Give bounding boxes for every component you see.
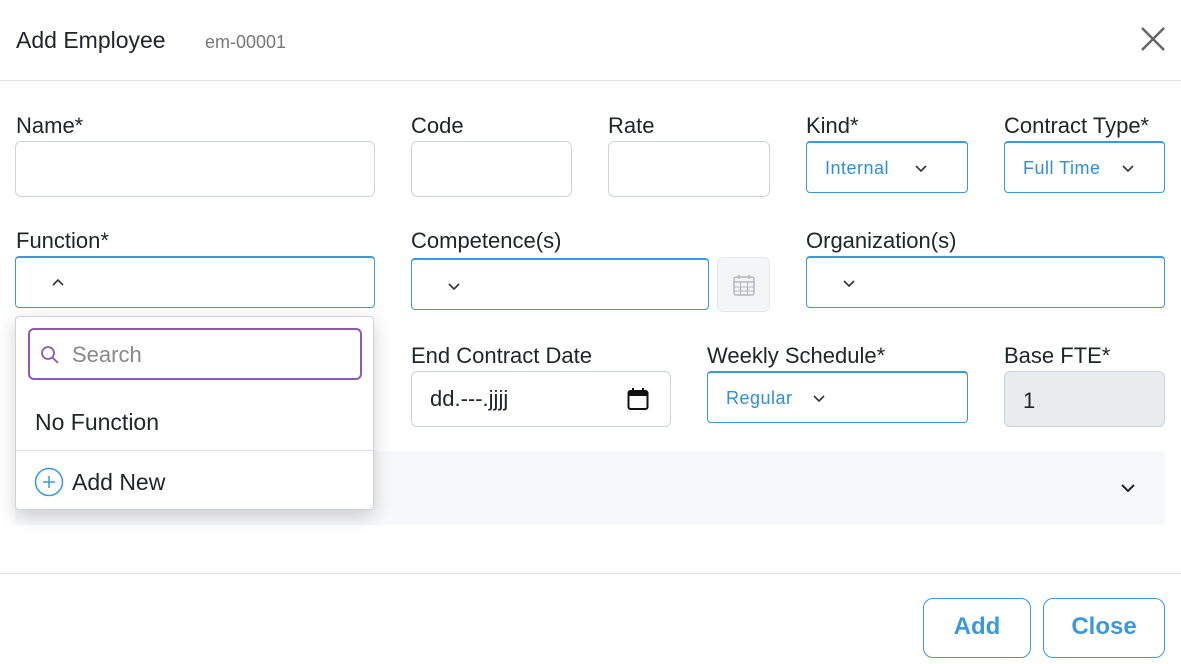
close-icon[interactable] xyxy=(1136,22,1170,56)
rate-label: Rate xyxy=(608,113,655,138)
kind-label: Kind* xyxy=(806,113,859,138)
calendar-icon[interactable] xyxy=(627,387,649,411)
function-label: Function* xyxy=(16,228,109,253)
function-select[interactable] xyxy=(15,256,375,308)
close-button[interactable]: Close xyxy=(1043,598,1165,658)
date-placeholder: dd.---.jjjj xyxy=(430,386,509,411)
name-input[interactable] xyxy=(15,141,375,197)
kind-select[interactable]: Internal xyxy=(806,141,968,193)
contract-type-select[interactable]: Full Time xyxy=(1004,141,1165,193)
competence-select[interactable] xyxy=(411,258,709,310)
add-new-label: Add New xyxy=(72,469,166,495)
function-option-no-function[interactable]: No Function xyxy=(35,409,159,436)
rate-input[interactable] xyxy=(608,141,770,197)
code-label: Code xyxy=(411,113,464,138)
function-dropdown-menu: No Function Add New xyxy=(15,316,374,510)
dropdown-divider xyxy=(16,450,373,451)
dialog-title: Add Employee xyxy=(16,27,166,53)
contract-type-label: Contract Type* xyxy=(1004,113,1150,138)
end-contract-date-input[interactable]: dd.---.jjjj xyxy=(411,371,671,427)
chevron-down-icon xyxy=(813,395,825,403)
organization-select[interactable] xyxy=(806,256,1165,308)
kind-value: Internal xyxy=(825,158,890,178)
chevron-down-icon[interactable] xyxy=(1121,484,1135,493)
search-icon xyxy=(41,346,59,364)
add-button[interactable]: Add xyxy=(923,598,1031,658)
chevron-down-icon xyxy=(843,280,855,288)
competence-calendar-button[interactable] xyxy=(717,257,770,312)
footer-divider xyxy=(0,573,1181,574)
chevron-down-icon xyxy=(1122,165,1134,173)
weekly-schedule-value: Regular xyxy=(726,388,793,408)
chevron-down-icon xyxy=(915,165,927,173)
contract-type-value: Full Time xyxy=(1023,158,1101,178)
base-fte-input: 1 xyxy=(1004,371,1165,427)
chevron-up-icon xyxy=(52,278,64,286)
chevron-down-icon xyxy=(448,283,460,291)
calendar-grid-icon xyxy=(733,275,755,296)
base-fte-value: 1 xyxy=(1023,388,1036,413)
code-input[interactable] xyxy=(411,141,572,197)
employee-code-id: em-00001 xyxy=(205,32,287,52)
end-contract-date-label: End Contract Date xyxy=(411,343,592,368)
base-fte-label: Base FTE* xyxy=(1004,343,1111,368)
plus-circle-icon xyxy=(34,467,64,497)
competence-label: Competence(s) xyxy=(411,228,562,253)
weekly-schedule-label: Weekly Schedule* xyxy=(707,343,886,368)
weekly-schedule-select[interactable]: Regular xyxy=(707,371,968,423)
dialog-header: Add Employee em-00001 xyxy=(0,0,1181,81)
function-search-input[interactable] xyxy=(72,342,352,368)
organization-label: Organization(s) xyxy=(806,228,957,253)
function-search-box[interactable] xyxy=(28,328,362,380)
name-label: Name* xyxy=(16,113,84,138)
